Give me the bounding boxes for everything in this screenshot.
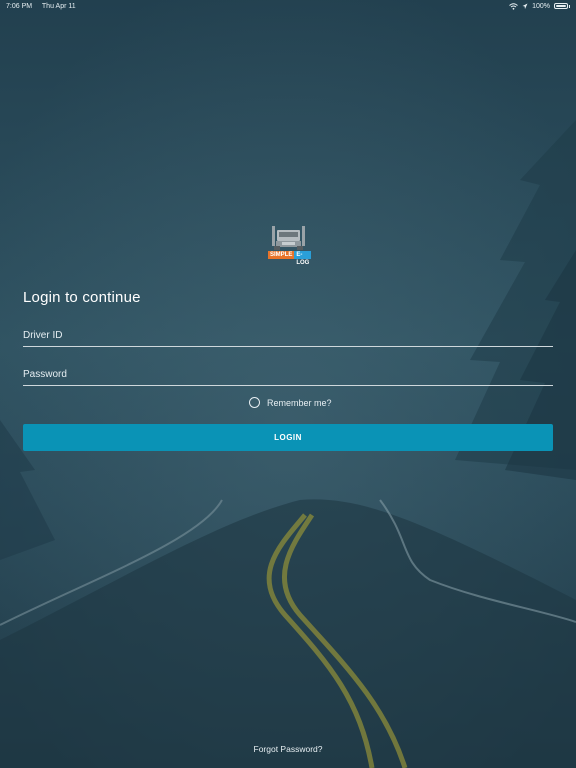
driver-id-input[interactable] xyxy=(23,324,553,346)
driver-id-field[interactable] xyxy=(23,324,553,347)
password-field[interactable] xyxy=(23,363,553,386)
battery-percent: 100% xyxy=(532,2,550,10)
forgot-password-link[interactable]: Forgot Password? xyxy=(0,744,576,754)
logo-badge: SIMPLE E-LOG xyxy=(268,251,312,266)
battery-tip xyxy=(569,4,570,8)
remember-me-toggle[interactable]: Remember me? xyxy=(249,396,332,409)
status-right: 100% xyxy=(509,3,570,10)
wifi-icon xyxy=(509,2,518,10)
app-logo: SIMPLE E-LOG xyxy=(268,224,312,266)
status-bar: 7:06 PM Thu Apr 11 100% xyxy=(0,0,576,12)
remember-me-radio[interactable] xyxy=(249,397,260,408)
location-icon xyxy=(522,3,528,9)
page-title: Login to continue xyxy=(23,289,141,306)
login-button[interactable]: LOGIN xyxy=(23,424,553,451)
remember-me-label: Remember me? xyxy=(267,397,332,408)
password-input[interactable] xyxy=(23,363,553,385)
status-date: Thu Apr 11 xyxy=(41,2,76,10)
status-left: 7:06 PM Thu Apr 11 xyxy=(6,3,84,10)
status-time: 7:06 PM xyxy=(6,2,33,10)
logo-word-elog: E-LOG xyxy=(294,251,312,266)
truck-icon xyxy=(272,226,305,250)
logo-word-simple: SIMPLE xyxy=(268,251,295,259)
battery-icon xyxy=(554,3,568,9)
